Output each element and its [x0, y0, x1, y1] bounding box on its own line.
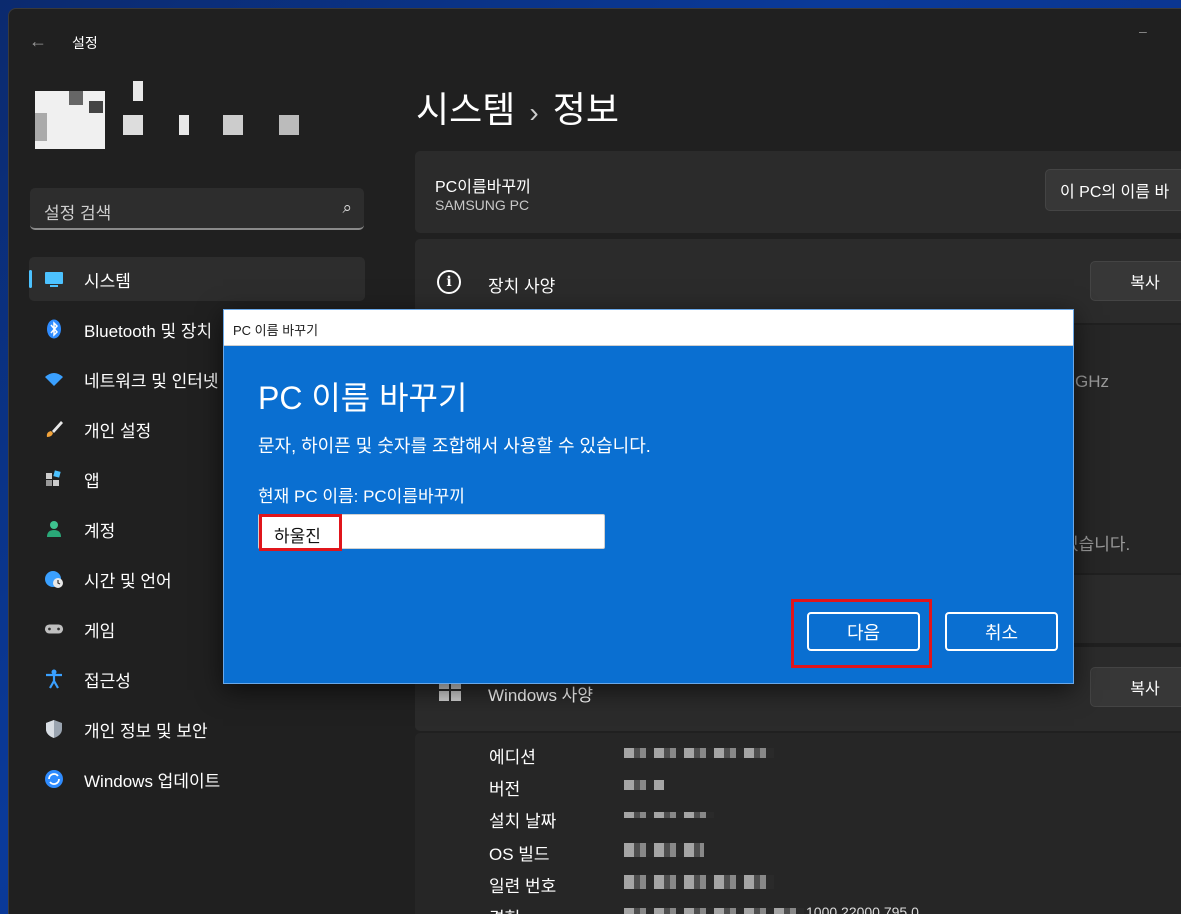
experience-blurred	[624, 908, 804, 914]
sidebar-item-label: 앱	[84, 471, 100, 491]
accessibility-icon	[44, 669, 64, 689]
back-arrow-icon[interactable]: ←	[29, 31, 47, 52]
rename-pc-card: PC이름바꾸끼 SAMSUNG PC 이 PC의 이름 바	[415, 151, 1181, 233]
sidebar-item-label: 개인 설정	[84, 421, 152, 441]
dialog-heading: PC 이름 바꾸기	[258, 380, 468, 416]
dialog-description: 문자, 하이픈 및 숫자를 조합해서 사용할 수 있습니다.	[258, 436, 651, 456]
spec-label-serial: 일련 번호	[489, 877, 557, 896]
edition-value-blurred	[624, 748, 774, 758]
windows-specs-copy-button[interactable]: 복사	[1090, 667, 1181, 707]
spec-label-experience: 경험	[489, 904, 520, 914]
title-bar: ← 설정 –	[9, 9, 1181, 57]
cancel-button[interactable]: 취소	[945, 612, 1058, 651]
input-highlight-box	[259, 514, 342, 551]
info-icon: i	[437, 270, 461, 294]
spec-label-os-build: OS 빌드	[489, 845, 550, 864]
processor-speed-partial: GHz	[1075, 372, 1109, 391]
user-profile-pixelated	[29, 79, 329, 159]
device-specs-copy-button[interactable]: 복사	[1090, 261, 1181, 301]
current-pc-name: 현재 PC 이름: PC이름바꾸끼	[258, 487, 465, 506]
pc-model-subtitle: SAMSUNG PC	[435, 197, 530, 213]
wifi-icon	[44, 369, 64, 389]
experience-partial-value: 1000.22000.795.0	[806, 904, 919, 914]
bluetooth-icon	[44, 319, 64, 339]
search-placeholder: 설정 검색	[44, 204, 112, 223]
sidebar-item-label: 네트워크 및 인터넷	[84, 371, 219, 391]
shield-icon	[44, 719, 64, 739]
dialog-title-bar: PC 이름 바꾸기	[224, 310, 1073, 346]
minimize-button[interactable]: –	[1139, 23, 1147, 39]
os-build-blurred	[624, 843, 704, 857]
sidebar-item-label: 개인 정보 및 보안	[84, 721, 208, 741]
active-indicator	[29, 270, 32, 288]
breadcrumb-chevron-icon: ›	[529, 97, 539, 128]
sidebar-item-label: 접근성	[84, 671, 131, 691]
rename-pc-dialog: PC 이름 바꾸기 PC 이름 바꾸기 문자, 하이픈 및 숫자를 조합해서 사…	[223, 309, 1074, 684]
sidebar-item-windows-update[interactable]: Windows 업데이트	[29, 757, 365, 801]
sidebar-item-label: Windows 업데이트	[84, 771, 221, 791]
sidebar-item-label: 게임	[84, 621, 116, 641]
spec-label-version: 버전	[489, 780, 521, 799]
spec-label-install-date: 설치 날짜	[489, 812, 557, 831]
windows-specs-title: Windows 사양	[488, 686, 593, 705]
sidebar-item-label: 시간 및 언어	[84, 571, 172, 591]
sidebar-item-label: 계정	[84, 521, 116, 541]
update-icon	[44, 769, 64, 789]
serial-blurred	[624, 875, 774, 889]
rename-pc-button[interactable]: 이 PC의 이름 바	[1045, 169, 1181, 211]
apps-icon	[44, 469, 64, 489]
device-specs-title: 장치 사양	[488, 277, 556, 296]
version-value-blurred	[624, 780, 664, 790]
gamepad-icon	[44, 619, 64, 639]
breadcrumb-current: 정보	[552, 89, 619, 130]
sidebar-item-system[interactable]: 시스템	[29, 257, 365, 301]
page-title: 시스템 › 정보	[416, 81, 619, 133]
settings-search-input[interactable]: 설정 검색 ⌕	[30, 188, 364, 230]
person-icon	[44, 519, 64, 539]
search-icon[interactable]: ⌕	[342, 198, 352, 218]
app-title: 설정	[72, 35, 98, 51]
dialog-title-text: PC 이름 바꾸기	[233, 323, 319, 338]
monitor-icon	[44, 269, 64, 289]
brush-icon	[44, 419, 64, 439]
globe-clock-icon	[44, 569, 64, 589]
next-button-highlight-box	[791, 599, 932, 668]
spec-label-edition: 에디션	[489, 748, 536, 767]
sidebar-item-label: 시스템	[84, 271, 131, 291]
pc-name-title: PC이름바꾸끼	[435, 179, 531, 196]
install-date-blurred	[624, 812, 714, 818]
sidebar-item-privacy[interactable]: 개인 정보 및 보안	[29, 707, 365, 751]
breadcrumb-parent[interactable]: 시스템	[416, 89, 515, 130]
sidebar-item-label: Bluetooth 및 장치	[84, 321, 213, 341]
